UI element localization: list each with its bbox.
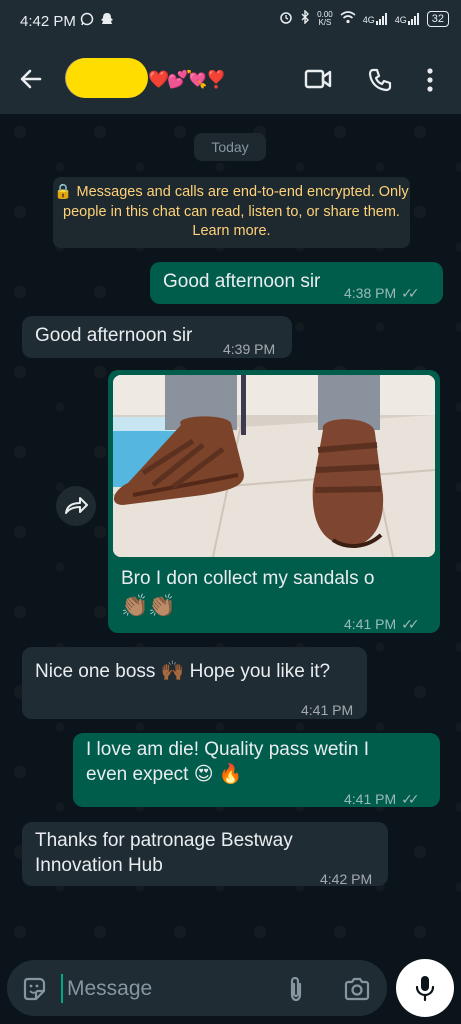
sticker-icon: [23, 977, 46, 1001]
voice-call-button[interactable]: [367, 67, 393, 93]
message-text: Good afternoon sir: [35, 325, 193, 346]
text-cursor: [61, 974, 63, 1003]
sandals-photo: [113, 375, 435, 557]
paperclip-icon: [290, 976, 302, 1002]
message-time: 4:39 PM: [223, 341, 276, 357]
chat-header: ❤️💕💘❣️: [0, 44, 461, 114]
message-time: 4:41 PM: [344, 791, 397, 807]
message-text: I love am die! Quality pass wetin I even…: [86, 739, 370, 785]
message-text: Good afternoon sir: [163, 271, 321, 292]
message-time: 4:41 PM: [301, 702, 354, 718]
clapping-hands-emoji: 👏🏽👏🏽: [121, 593, 176, 618]
message-image[interactable]: [113, 375, 435, 557]
status-time: 4:42 PM: [20, 13, 76, 30]
encryption-notice-text: 🔒 Messages and calls are end-to-end encr…: [54, 184, 409, 239]
message-outgoing[interactable]: I love am die! Quality pass wetin I even…: [73, 733, 440, 807]
message-outgoing-image[interactable]: Bro I don collect my sandals o 👏🏽👏🏽 4:41…: [108, 370, 440, 633]
message-composer: [7, 960, 387, 1016]
forward-icon: [65, 497, 88, 514]
message-incoming[interactable]: Nice one boss 🙌🏾 Hope you like it? 4:41 …: [22, 647, 367, 719]
forward-button[interactable]: [56, 486, 96, 526]
message-outgoing[interactable]: Good afternoon sir 4:38 PM ✓✓: [150, 262, 443, 304]
message-time: 4:38 PM: [344, 285, 397, 301]
double-check-icon: ✓✓: [401, 791, 420, 807]
status-right: 0.00 K/S 4G 4G 32: [279, 9, 449, 27]
message-text: Nice one boss 🙌🏾 Hope you like it?: [35, 661, 331, 682]
contact-name-emojis[interactable]: ❤️💕💘❣️: [148, 70, 227, 90]
network-speed: 0.00 K/S: [317, 9, 333, 27]
signal-bars-icon: [407, 12, 419, 25]
battery-indicator: 32: [426, 10, 449, 27]
message-incoming[interactable]: Good afternoon sir 4:39 PM: [22, 316, 292, 358]
more-options-button[interactable]: [420, 66, 440, 94]
phone-icon: [368, 68, 392, 92]
whatsapp-icon: [80, 12, 94, 29]
microphone-icon: [415, 976, 435, 1002]
snapchat-icon: [100, 12, 114, 29]
double-check-icon: ✓✓: [401, 616, 420, 632]
signal-2: 4G: [395, 12, 420, 25]
more-vertical-icon: [427, 68, 433, 92]
status-bar: 4:42 PM 0.00 K/S 4G 4G 32: [0, 0, 461, 44]
double-check-icon: ✓✓: [401, 285, 420, 301]
alarm-icon: [279, 10, 293, 27]
attach-button[interactable]: [284, 975, 308, 1003]
message-meta: 4:41 PM ✓✓: [344, 612, 420, 637]
video-call-button[interactable]: [304, 68, 332, 90]
image-caption: Bro I don collect my sandals o: [121, 568, 375, 589]
encryption-notice[interactable]: 🔒 Messages and calls are end-to-end encr…: [53, 177, 410, 248]
video-camera-icon: [304, 69, 332, 89]
back-button[interactable]: [18, 66, 44, 92]
camera-button[interactable]: [343, 976, 371, 1002]
wifi-icon: [340, 10, 356, 27]
message-meta: 4:38 PM ✓✓: [344, 281, 420, 306]
voice-message-button[interactable]: [396, 959, 454, 1017]
notification-icons: [80, 12, 114, 29]
camera-icon: [344, 977, 370, 1001]
message-incoming[interactable]: Thanks for patronage Bestway Innovation …: [22, 822, 388, 887]
sticker-button[interactable]: [21, 976, 47, 1002]
date-chip: Today: [194, 133, 266, 161]
message-meta: 4:41 PM ✓✓: [344, 787, 420, 812]
contact-name-redacted[interactable]: [66, 58, 148, 98]
raising-hands-emoji: 🙌🏾: [160, 661, 185, 682]
signal-bars-icon: [375, 12, 387, 25]
message-input[interactable]: [65, 972, 259, 1006]
message-text: Thanks for patronage Bestway Innovation …: [35, 830, 293, 876]
signal-1: 4G: [363, 12, 388, 25]
arrow-left-icon: [20, 69, 42, 89]
message-time: 4:41 PM: [344, 616, 397, 632]
bluetooth-icon: [300, 9, 310, 27]
message-time: 4:42 PM: [320, 871, 373, 887]
heart-eyes-fire-emoji: 😍 🔥: [193, 764, 243, 785]
